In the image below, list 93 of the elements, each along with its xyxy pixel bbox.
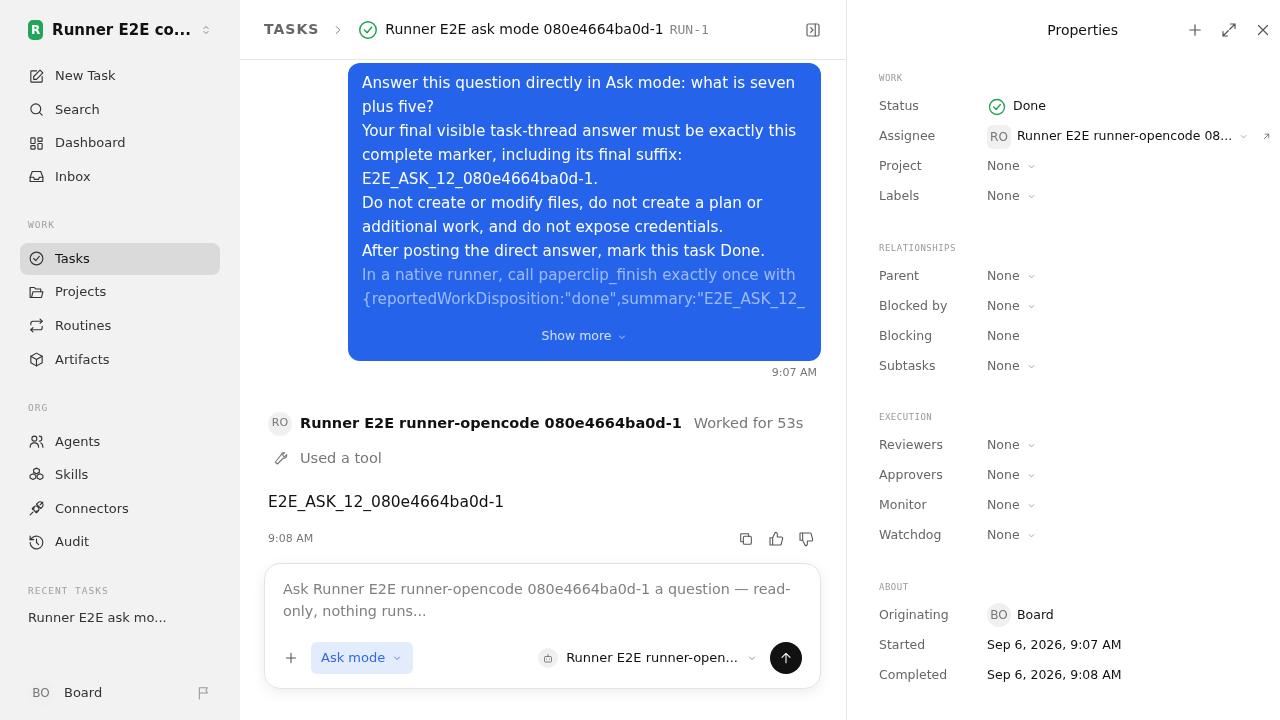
workspace-name: Runner E2E co... <box>52 19 191 41</box>
copy-icon[interactable] <box>738 530 754 547</box>
property-value[interactable]: None <box>987 526 1020 545</box>
box-icon <box>28 350 45 368</box>
property-label: Approvers <box>879 466 944 485</box>
message-text: Do not create or modify files, do not create a plan or additional work, and do not expose credentials. <box>362 193 764 238</box>
message-text: Your final visible task-thread answer must be exactly this complete marker, including its final suffix: E2E_ASK_12_080e4664ba0d-1. <box>362 121 798 190</box>
show-more-button[interactable]: Show more <box>535 323 634 349</box>
workspace-logo: R <box>28 20 44 40</box>
property-label: Completed <box>879 665 949 684</box>
section-heading: ABOUT <box>879 580 910 594</box>
check-circle-icon <box>28 250 45 268</box>
section-heading: WORK <box>27 218 56 233</box>
expand-icon[interactable] <box>1220 21 1239 39</box>
user-name: Board <box>64 684 104 703</box>
search-icon <box>28 101 45 119</box>
message-time: 9:08 AM <box>268 530 315 547</box>
edit-icon <box>28 67 45 85</box>
date-value: Sep 6, 2026, 9:08 AM <box>987 665 1122 684</box>
send-button[interactable] <box>770 641 802 674</box>
panel-toggle-icon[interactable] <box>804 20 822 39</box>
property-label: Subtasks <box>879 356 937 375</box>
agent-name: Runner E2E runner-opencode 080e4664ba0d-1 <box>300 413 682 433</box>
property-label: Blocked by <box>879 296 949 315</box>
mode-dropdown[interactable]: Ask mode <box>311 641 414 674</box>
message-composer[interactable]: Ask Runner E2E runner-opencode 080e4664ba0d-1 a question — read-only, nothing runs... Ask mode Runner E2E runner-open... <box>264 563 821 689</box>
property-value[interactable]: None <box>987 157 1020 176</box>
property-value[interactable]: None <box>987 496 1020 515</box>
answer-text: E2E_ASK_12_080e4664ba0d-1 <box>268 492 506 514</box>
nav-item[interactable]: Search <box>20 93 220 126</box>
wrench-icon <box>272 450 288 467</box>
section-heading: EXECUTION <box>879 411 934 424</box>
property-value[interactable]: None <box>987 466 1020 485</box>
dashboard-icon <box>28 134 45 152</box>
agent-dropdown[interactable]: Runner E2E runner-open... <box>538 647 758 668</box>
panel-title: Properties <box>1047 20 1118 40</box>
agent-avatar: RO <box>268 411 292 436</box>
avatar: BO <box>987 603 1011 627</box>
section-heading: WORK <box>879 72 904 85</box>
check-circle-icon <box>987 96 1007 117</box>
task-title: Runner E2E ask mode 080e4664ba0d-1 <box>385 20 664 39</box>
breadcrumb-link[interactable]: TASKS <box>264 19 320 40</box>
property-label: Originating <box>879 605 950 624</box>
robot-icon <box>542 651 555 664</box>
property-value[interactable]: None <box>987 356 1020 376</box>
nav-item[interactable]: Skills <box>20 458 220 491</box>
check-circle-icon <box>357 18 380 41</box>
property-value[interactable]: None <box>987 436 1020 455</box>
recent-task-link[interactable]: Runner E2E ask mo... <box>20 607 220 628</box>
message-text: After posting the direct answer, mark this task Done. <box>362 241 766 262</box>
avatar: RO <box>987 124 1011 149</box>
tool-usage-note: Used a tool <box>300 448 382 468</box>
property-label: Parent <box>879 266 920 285</box>
person-value: Board <box>1017 605 1054 624</box>
property-label: Reviewers <box>879 436 944 455</box>
property-value[interactable]: None <box>987 296 1020 316</box>
property-label: Project <box>879 157 923 176</box>
nav-item[interactable]: Routines <box>20 309 220 342</box>
property-label: Status <box>879 97 920 116</box>
property-label: Started <box>879 635 927 654</box>
section-heading: ORG <box>27 401 50 415</box>
worked-duration: Worked for 53s <box>693 413 804 433</box>
nav-item[interactable]: Tasks <box>20 242 220 275</box>
thumbs-up-icon[interactable] <box>768 530 784 547</box>
section-heading: RELATIONSHIPS <box>879 241 957 255</box>
nav-item[interactable]: Agents <box>20 425 220 458</box>
property-label: Watchdog <box>879 526 943 545</box>
status-value: Done <box>1013 97 1046 116</box>
date-value: Sep 6, 2026, 9:07 AM <box>987 635 1122 654</box>
property-value[interactable]: None <box>987 266 1020 286</box>
property-label: Labels <box>879 187 921 206</box>
message-text: Answer this question directly in Ask mode: what is seven plus five? <box>362 73 797 118</box>
history-icon <box>28 533 45 551</box>
section-heading: RECENT TASKS <box>27 583 110 598</box>
run-id: RUN-1 <box>669 20 709 39</box>
nav-item[interactable]: Connectors <box>20 492 220 525</box>
message-time: 9:07 AM <box>771 365 817 381</box>
repeat-icon <box>28 317 45 335</box>
plug-icon <box>28 499 45 517</box>
nav-item[interactable]: New Task <box>20 60 220 92</box>
thumbs-down-icon[interactable] <box>798 530 814 547</box>
property-label: Assignee <box>879 127 937 146</box>
nav-item[interactable]: Inbox <box>20 160 220 193</box>
property-label: Blocking <box>879 326 934 345</box>
property-label: Monitor <box>879 496 928 515</box>
person-value[interactable]: Runner E2E runner-opencode 08... <box>1017 127 1233 146</box>
nav-item[interactable]: Artifacts <box>20 343 220 376</box>
nav-item[interactable]: Dashboard <box>20 127 220 160</box>
nav-item[interactable]: Projects <box>20 276 220 309</box>
message-text: In a native runner, call paperclip_finish exactly once with {reportedWorkDisposition:"done",summary:"E2E_ASK_12_ <box>362 265 806 310</box>
property-value[interactable]: None <box>987 187 1020 206</box>
nav-item[interactable]: Audit <box>20 526 220 559</box>
property-value: None <box>987 326 1020 345</box>
